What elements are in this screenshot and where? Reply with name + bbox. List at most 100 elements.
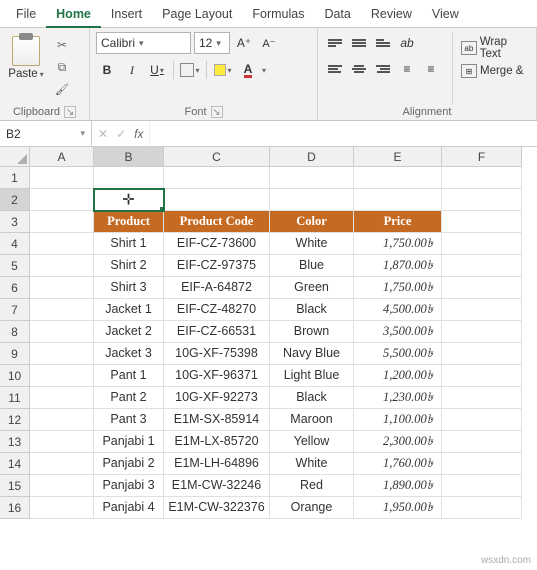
cell[interactable] [442,365,522,387]
cell[interactable]: Black [270,299,354,321]
cell[interactable] [354,189,442,211]
col-D[interactable]: D [270,147,354,167]
cell[interactable]: EIF-CZ-48270 [164,299,270,321]
cell[interactable]: Panjabi 1 [94,431,164,453]
cell[interactable]: 1,950.00৳ [354,497,442,519]
align-top-button[interactable] [324,32,346,54]
cell[interactable] [164,167,270,189]
cell[interactable] [30,189,94,211]
col-F[interactable]: F [442,147,522,167]
cell[interactable] [442,233,522,255]
bold-button[interactable]: B [96,59,118,81]
cell[interactable]: Price [354,211,442,233]
cell[interactable]: E1M-SX-85914 [164,409,270,431]
cell[interactable]: 1,890.00৳ [354,475,442,497]
formula-input[interactable] [149,121,537,146]
cell[interactable]: 10G-XF-92273 [164,387,270,409]
cell[interactable] [442,343,522,365]
cell[interactable]: 1,760.00৳ [354,453,442,475]
tab-data[interactable]: Data [314,0,360,28]
select-all-button[interactable] [0,147,30,167]
cell[interactable] [442,277,522,299]
cell[interactable]: Jacket 3 [94,343,164,365]
cell[interactable]: Shirt 3 [94,277,164,299]
align-left-button[interactable] [324,58,346,80]
cell[interactable]: White [270,453,354,475]
cell[interactable] [30,497,94,519]
row-5[interactable]: 5 [0,255,30,277]
cell[interactable]: 5,500.00৳ [354,343,442,365]
tab-view[interactable]: View [422,0,469,28]
row-9[interactable]: 9 [0,343,30,365]
cell[interactable]: 3,500.00৳ [354,321,442,343]
cell[interactable]: Color [270,211,354,233]
cell[interactable]: Product [94,211,164,233]
row-12[interactable]: 12 [0,409,30,431]
cell[interactable]: EIF-CZ-73600 [164,233,270,255]
tab-review[interactable]: Review [361,0,422,28]
cell[interactable]: EIF-A-64872 [164,277,270,299]
merge-button[interactable]: ⊞Merge & [461,64,530,78]
row-8[interactable]: 8 [0,321,30,343]
cell[interactable]: 10G-XF-96371 [164,365,270,387]
italic-button[interactable]: I [121,59,143,81]
cell[interactable]: Brown [270,321,354,343]
cell[interactable] [164,189,270,211]
font-color-button[interactable]: A [237,59,259,81]
cell[interactable]: Red [270,475,354,497]
row-6[interactable]: 6 [0,277,30,299]
borders-button[interactable]: ▾ [179,59,201,81]
cell[interactable]: 2,300.00৳ [354,431,442,453]
cell[interactable]: 1,200.00৳ [354,365,442,387]
col-B[interactable]: B [94,147,164,167]
cell[interactable] [442,255,522,277]
orientation-button[interactable]: ab [396,32,418,54]
cell[interactable]: White [270,233,354,255]
cells[interactable]: ✛ProductProduct CodeColorPriceShirt 1EIF… [30,167,522,519]
cell[interactable]: Panjabi 4 [94,497,164,519]
cell[interactable]: EIF-CZ-97375 [164,255,270,277]
cell[interactable] [30,299,94,321]
dialog-launcher-icon[interactable]: ↘ [211,106,223,118]
cell[interactable] [442,167,522,189]
wrap-text-button[interactable]: abWrap Text [461,36,530,60]
cell[interactable] [30,211,94,233]
font-name-combo[interactable]: Calibri▾ [96,32,191,54]
row-1[interactable]: 1 [0,167,30,189]
cell[interactable]: E1M-CW-322376 [164,497,270,519]
cell[interactable]: E1M-LH-64896 [164,453,270,475]
cell[interactable] [442,321,522,343]
row-11[interactable]: 11 [0,387,30,409]
cell[interactable] [270,167,354,189]
fx-icon[interactable]: fx [134,127,143,141]
cell[interactable]: 1,230.00৳ [354,387,442,409]
cell[interactable] [30,321,94,343]
cell[interactable] [94,167,164,189]
enter-icon[interactable]: ✓ [116,127,126,141]
cell[interactable] [30,453,94,475]
row-16[interactable]: 16 [0,497,30,519]
cell[interactable]: Blue [270,255,354,277]
tab-formulas[interactable]: Formulas [242,0,314,28]
cell[interactable]: 4,500.00৳ [354,299,442,321]
cell[interactable] [442,431,522,453]
cell[interactable]: Pant 3 [94,409,164,431]
col-C[interactable]: C [164,147,270,167]
row-7[interactable]: 7 [0,299,30,321]
increase-font-button[interactable] [233,32,255,54]
cell[interactable] [442,189,522,211]
cell[interactable]: 10G-XF-75398 [164,343,270,365]
row-15[interactable]: 15 [0,475,30,497]
row-4[interactable]: 4 [0,233,30,255]
row-10[interactable]: 10 [0,365,30,387]
underline-button[interactable]: U▾ [146,59,168,81]
cell[interactable] [442,475,522,497]
tab-insert[interactable]: Insert [101,0,152,28]
paste-button[interactable]: Paste▾ [6,32,46,105]
cell[interactable] [442,497,522,519]
tab-page-layout[interactable]: Page Layout [152,0,242,28]
cell[interactable]: E1M-LX-85720 [164,431,270,453]
cell[interactable] [30,277,94,299]
cell[interactable] [30,343,94,365]
align-right-button[interactable] [372,58,394,80]
